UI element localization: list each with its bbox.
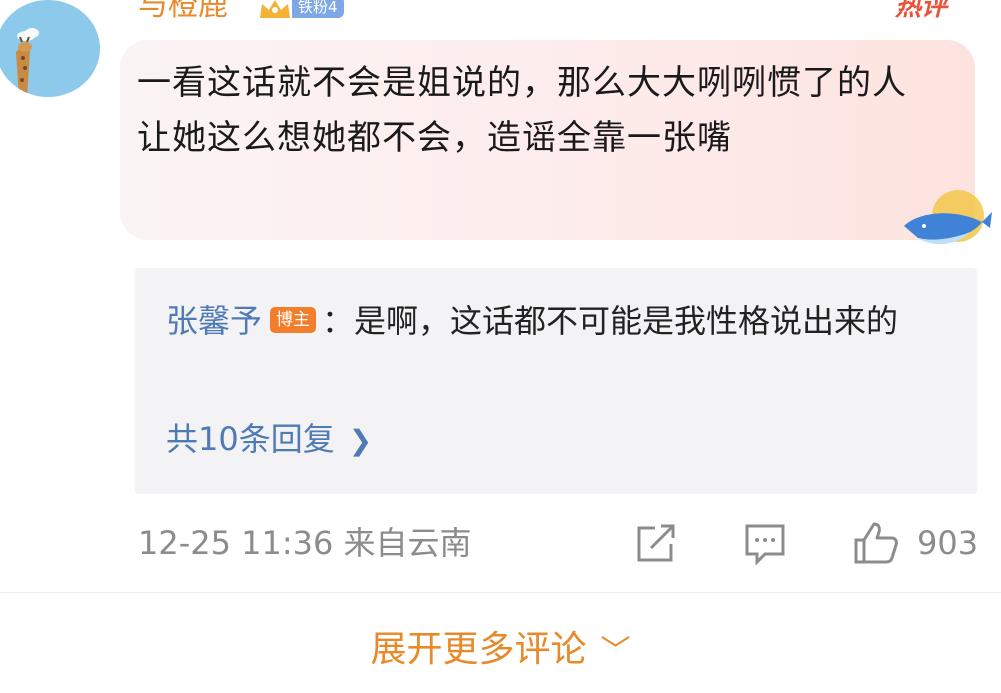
- like-count: 903: [917, 524, 979, 562]
- reply-author[interactable]: 张馨予: [166, 302, 262, 340]
- reply-text: ：是啊，这话都不可能是我性格说出来的: [322, 302, 899, 340]
- expand-more-comments-button[interactable]: 展开更多评论 ﹀: [0, 620, 1001, 682]
- comment-icon[interactable]: [743, 520, 787, 566]
- whale-icon: [904, 190, 992, 245]
- comment-timestamp: 12-25 11:36: [138, 524, 334, 562]
- avatar[interactable]: [0, 0, 100, 97]
- comment-text[interactable]: 一看这话就不会是姐说的，那么大大咧咧惯了的人让她这么想她都不会，造谣全靠一张嘴: [137, 56, 937, 166]
- expand-label: 展开更多评论: [370, 629, 587, 670]
- comment-username[interactable]: 与橙鹿: [138, 0, 228, 24]
- chevron-right-icon: ❯: [348, 424, 373, 457]
- comment-location: 来自云南: [343, 524, 472, 562]
- blogger-badge: 博主: [270, 307, 317, 333]
- view-replies-link[interactable]: 共10条回复 ❯: [166, 414, 372, 466]
- hot-comment-badge: 热评: [895, 0, 948, 22]
- chevron-down-icon: ﹀: [600, 634, 631, 669]
- reply-count-label: 共10条回复: [166, 420, 335, 458]
- divider: [0, 592, 1001, 593]
- crown-icon: [260, 0, 290, 18]
- fan-badge[interactable]: 铁粉4: [292, 0, 344, 18]
- giraffe-avatar-icon: [16, 28, 39, 97]
- thumbs-up-icon[interactable]: [852, 520, 900, 566]
- comment-meta: 12-25 11:36 来自云南: [138, 518, 472, 568]
- reply-preview[interactable]: 张馨予 博主 ：是啊，这话都不可能是我性格说出来的: [166, 295, 936, 347]
- share-icon[interactable]: [633, 520, 677, 566]
